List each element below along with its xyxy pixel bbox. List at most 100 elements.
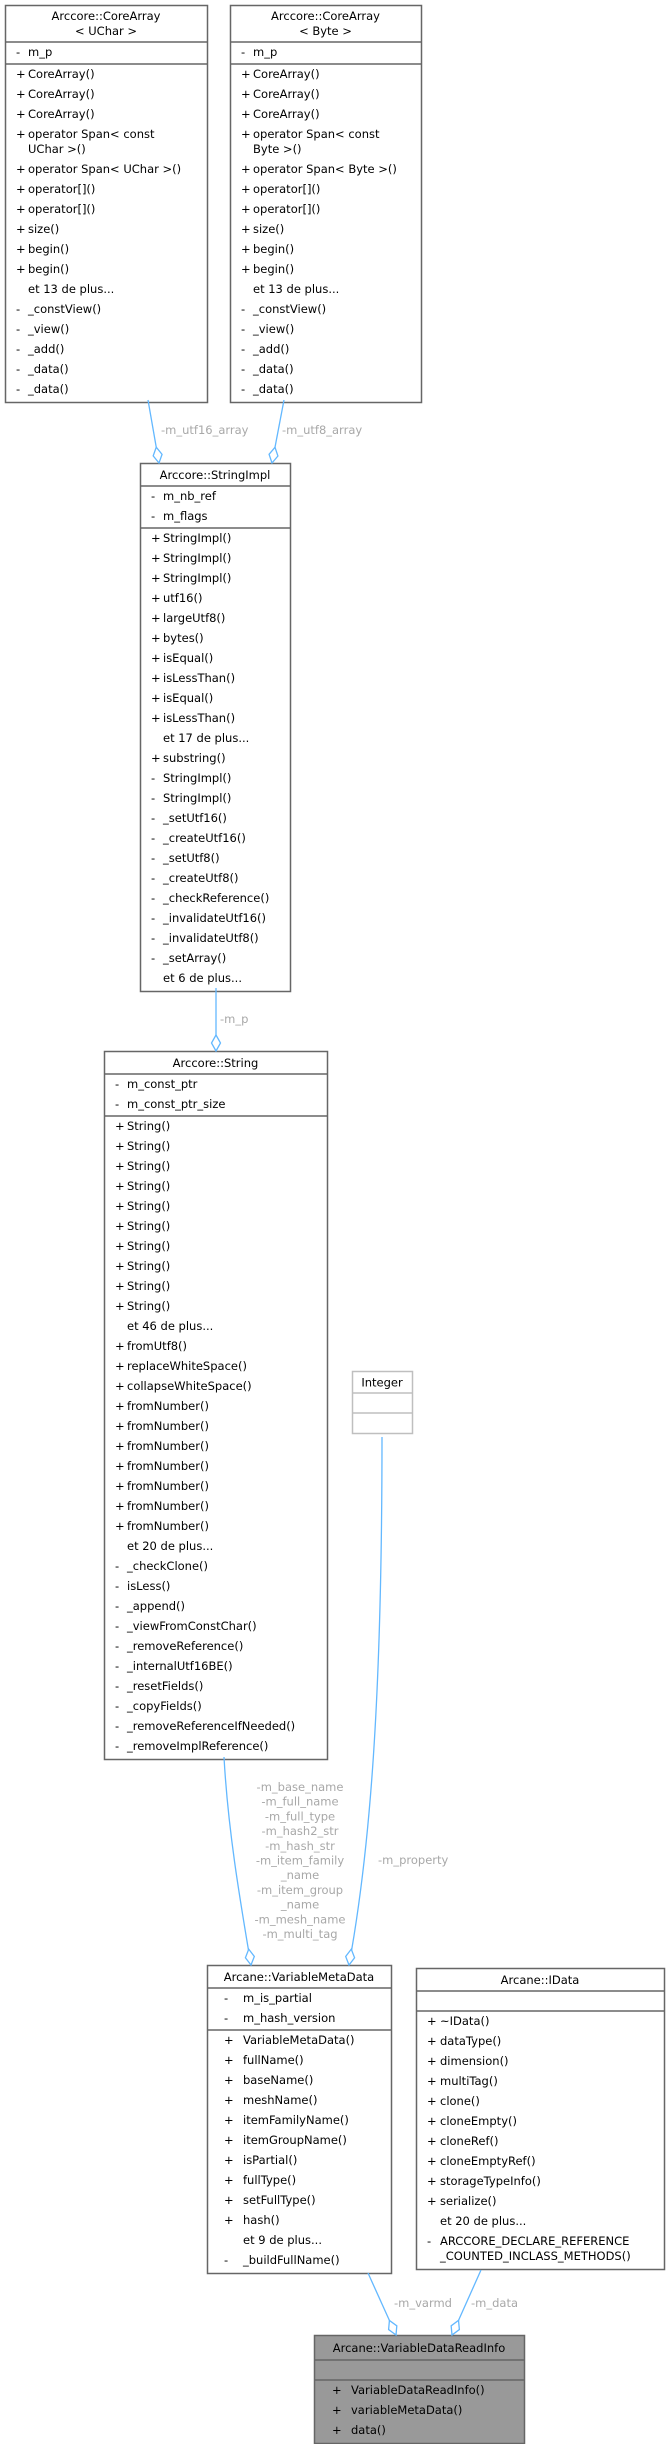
edge-label: -m_full_type — [265, 1809, 335, 1823]
method-name: _data() — [27, 382, 69, 396]
aggregation-diamond-icon — [210, 1033, 222, 1053]
visibility-marker: + — [115, 1279, 125, 1293]
method-name: isEqual() — [163, 691, 213, 705]
visibility-marker: + — [115, 1299, 125, 1313]
visibility-marker: + — [115, 1219, 125, 1233]
visibility-marker: + — [16, 182, 26, 196]
visibility-marker: - — [151, 771, 155, 785]
method-name: fromNumber() — [127, 1419, 209, 1433]
edge-ua-to-si: -m_utf16_array — [147, 399, 249, 465]
visibility-marker: - — [115, 1659, 119, 1673]
class-title: Arcane::VariableDataReadInfo — [333, 2341, 506, 2355]
method-name: variableMetaData() — [351, 2403, 462, 2417]
visibility-marker: - — [16, 322, 20, 336]
edge-int-to-vmd: -m_property — [344, 1436, 449, 1967]
edge-vmd-to-vdri: -m_varmd — [367, 2272, 452, 2337]
method-name: size() — [28, 222, 59, 236]
visibility-marker: - — [224, 2011, 228, 2025]
edge-si-to-st: -m_p — [210, 988, 248, 1053]
visibility-marker: + — [115, 1379, 125, 1393]
method-name: String() — [127, 1139, 170, 1153]
edge-label: -m_utf16_array — [161, 423, 249, 437]
method-name: _data() — [27, 362, 69, 376]
edge-label: -m_item_family — [256, 1854, 345, 1868]
method-name: operator[]() — [253, 202, 320, 216]
aggregation-diamond-icon — [387, 2319, 398, 2337]
visibility-marker: + — [151, 571, 161, 585]
method-name: isLess() — [127, 1579, 170, 1593]
visibility-marker: + — [16, 127, 26, 141]
method-name: begin() — [28, 242, 69, 256]
method-name: isPartial() — [243, 2153, 297, 2167]
method-name: et 6 de plus... — [163, 971, 242, 985]
attribute-name: m_flags — [163, 509, 208, 523]
visibility-marker: + — [16, 242, 26, 256]
visibility-marker: - — [151, 951, 155, 965]
class-node-st[interactable]: Arccore::String-m_const_ptr-m_const_ptr_… — [103, 1050, 329, 1761]
visibility-marker: + — [427, 2074, 437, 2088]
visibility-marker: + — [241, 182, 251, 196]
class-node-id[interactable]: Arcane::IData+ ~IData()+ dataType()+ dimens… — [415, 1967, 666, 2271]
method-name: String() — [127, 1299, 170, 1313]
method-name: operator[]() — [28, 202, 95, 216]
class-node-vdri[interactable]: Arcane::VariableDataReadInfo+ VariableDat… — [313, 2334, 526, 2444]
method-name: _createUtf8() — [162, 871, 239, 885]
method-name: _append() — [126, 1599, 185, 1613]
method-name: fromNumber() — [127, 1399, 209, 1413]
class-node-ua[interactable]: Arccore::CoreArray< UChar >- m_p+ CoreArra… — [4, 4, 209, 404]
class-title: < UChar > — [75, 24, 137, 38]
method-name: _constView() — [252, 302, 326, 316]
visibility-marker: + — [332, 2383, 342, 2397]
method-name: fromUtf8() — [127, 1339, 187, 1353]
method-name: fromNumber() — [127, 1499, 209, 1513]
visibility-marker: - — [151, 509, 155, 523]
edge-label: -m_hash_str — [265, 1839, 335, 1853]
method-name: _setUtf8() — [162, 851, 220, 865]
method-name: CoreArray() — [28, 107, 95, 121]
class-node-int[interactable]: Integer — [351, 1370, 414, 1435]
method-name: itemFamilyName() — [243, 2113, 349, 2127]
visibility-marker: + — [224, 2153, 234, 2167]
edge-ba-to-si: -m_utf8_array — [268, 399, 362, 465]
attribute-name: m_const_ptr_size — [127, 1097, 225, 1111]
visibility-marker: - — [115, 1719, 119, 1733]
method-name: StringImpl() — [163, 551, 231, 565]
class-title: Arccore::String — [173, 1056, 259, 1070]
visibility-marker: - — [151, 489, 155, 503]
visibility-marker: - — [224, 1991, 228, 2005]
visibility-marker: - — [241, 45, 245, 59]
visibility-marker: - — [151, 851, 155, 865]
visibility-marker: + — [241, 107, 251, 121]
visibility-marker: + — [151, 611, 161, 625]
edge-label: -m_mesh_name — [254, 1912, 345, 1926]
method-name: hash() — [243, 2213, 280, 2227]
class-node-si[interactable]: Arccore::StringImpl-m_nb_ref-m_flags+ Str… — [139, 462, 292, 993]
visibility-marker: + — [427, 2094, 437, 2108]
visibility-marker: + — [115, 1139, 125, 1153]
method-name: et 20 de plus... — [127, 1539, 213, 1553]
visibility-marker: - — [151, 871, 155, 885]
visibility-marker: + — [115, 1259, 125, 1273]
class-title: Arcane::IData — [501, 1973, 580, 1987]
method-name: _constView() — [27, 302, 101, 316]
visibility-marker: + — [151, 591, 161, 605]
visibility-marker: + — [224, 2133, 234, 2147]
method-name: CoreArray() — [253, 107, 320, 121]
method-name: isLessThan() — [163, 711, 235, 725]
class-title: < Byte > — [299, 24, 352, 38]
class-node-vmd[interactable]: Arcane::VariableMetaData-m_is_partial-m_… — [206, 1964, 393, 2275]
method-name: operator Span< const — [28, 127, 155, 141]
method-name: fullName() — [243, 2053, 304, 2067]
method-name: et 46 de plus... — [127, 1319, 213, 1333]
method-name: String() — [127, 1119, 170, 1133]
method-name: operator[]() — [253, 182, 320, 196]
method-name: StringImpl() — [163, 571, 231, 585]
visibility-marker: + — [427, 2194, 437, 2208]
class-node-ba[interactable]: Arccore::CoreArray< Byte >- m_p+ CoreArray… — [229, 4, 423, 404]
visibility-marker: - — [16, 342, 20, 356]
visibility-marker: + — [224, 2193, 234, 2207]
method-name: _viewFromConstChar() — [126, 1619, 257, 1633]
method-name-continued: Byte >() — [253, 142, 302, 156]
method-name: StringImpl() — [163, 531, 231, 545]
attribute-name: m_hash_version — [243, 2011, 335, 2025]
